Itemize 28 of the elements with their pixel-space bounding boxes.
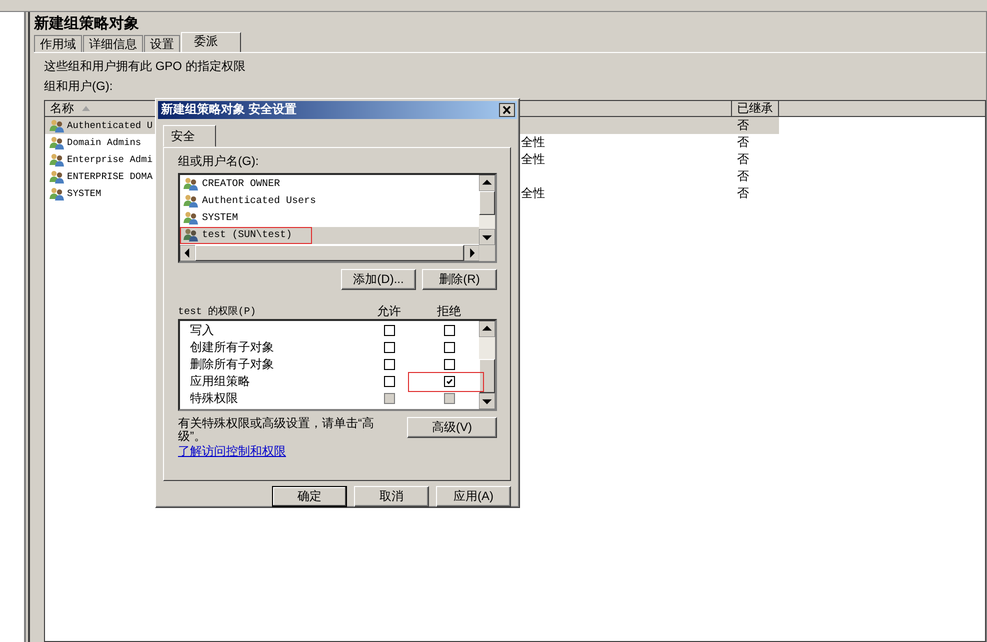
permission-name: 创建所有子对象 (189, 338, 275, 356)
permission-name: 删除所有子对象 (189, 356, 275, 373)
permissions-label: test 的权限(P) (178, 304, 258, 318)
description-text: 这些组和用户拥有此 GPO 的指定权限 (44, 59, 246, 73)
permission-name: 特殊权限 (189, 390, 239, 407)
permission-name: 写入 (189, 322, 215, 339)
table-cell: Domain Admins (67, 137, 142, 148)
table-cell: 否 (737, 134, 749, 151)
list-label: 组或用户名(G): (178, 152, 260, 170)
list-label: 组和用户(G): (44, 79, 113, 93)
hint-text: 有关特殊权限或高级设置，请单击“高级”。 (178, 416, 375, 443)
column-title: 允许 (376, 302, 402, 320)
column-title: 名称 (50, 101, 74, 116)
dialog-title: 新建组策略对象 安全设置 (161, 101, 296, 118)
table-cell: 全性 (521, 151, 545, 168)
window-title: 新建组策略对象 (34, 14, 140, 34)
table-cell: 否 (737, 117, 749, 134)
table-cell: 否 (737, 151, 749, 168)
table-cell: 否 (737, 168, 749, 185)
table-cell: Enterprise Admi (67, 154, 153, 165)
table-cell: ENTERPRISE DOMA (67, 171, 153, 182)
column-title: 拒绝 (436, 302, 462, 320)
permission-name: 应用组策略 (189, 372, 251, 390)
table-cell: 全性 (521, 185, 545, 202)
table-cell: 全性 (521, 134, 545, 151)
table-cell: SYSTEM (67, 188, 102, 199)
table-cell: 否 (737, 185, 749, 202)
table-cell: Authenticated U (67, 120, 153, 131)
